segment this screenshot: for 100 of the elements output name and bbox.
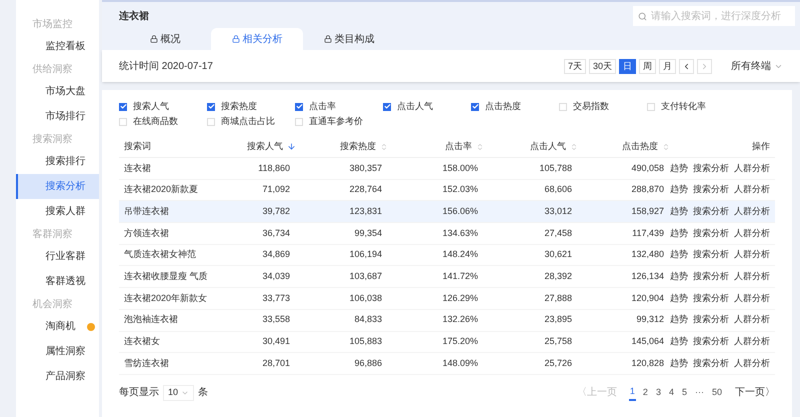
action-link[interactable]: 趋势 — [670, 270, 688, 284]
checkbox[interactable] — [559, 102, 567, 110]
table-cell-text: 105,883 — [348, 335, 383, 348]
table-row[interactable]: 方领连衣裙 36,734 99,354 134.63% 27,458 117,439 趋势 搜索分析 人群分析 — [119, 223, 775, 245]
action-link[interactable]: 人群分析 — [734, 292, 770, 306]
action-link[interactable]: 人群分析 — [734, 204, 770, 218]
tab[interactable]: 类目构成 — [303, 28, 395, 50]
page-link[interactable]: 4 — [668, 386, 675, 400]
metric-checkbox[interactable]: 直通车参考价 — [295, 115, 383, 128]
action-link[interactable]: 趋势 — [670, 335, 688, 349]
sidebar-item[interactable]: 搜索排行 — [16, 149, 99, 174]
action-link[interactable]: 人群分析 — [734, 313, 770, 327]
action-link[interactable]: 趋势 — [670, 226, 688, 240]
metric-checkbox[interactable]: 搜索人气 — [119, 100, 207, 113]
action-link[interactable]: 搜索分析 — [693, 162, 729, 176]
period-button[interactable]: 7天 — [564, 58, 586, 74]
sort-icon[interactable] — [380, 142, 388, 150]
action-link[interactable]: 搜索分析 — [693, 356, 729, 370]
action-link[interactable]: 趋势 — [670, 292, 688, 306]
metric-checkbox[interactable]: 点击热度 — [471, 100, 559, 113]
action-link[interactable]: 趋势 — [670, 204, 688, 218]
table-row[interactable]: 气质连衣裙女神范 34,869 106,194 148.24% 30,621 132,480 趋势 搜索分析 人群分析 — [119, 244, 775, 266]
page-link[interactable]: ··· — [694, 386, 705, 400]
sidebar-item[interactable]: 客群透视 — [16, 269, 99, 294]
checkbox[interactable] — [295, 118, 303, 126]
table-cell-text: 228,764 — [348, 183, 383, 196]
checkbox[interactable] — [119, 118, 127, 126]
table-cell-text: 145,064 — [630, 335, 665, 348]
sidebar-item[interactable]: 市场大盘 — [16, 79, 99, 104]
table-row[interactable]: 连衣裙 118,860 380,357 158.00% 105,788 490,058 趋势 搜索分析 人群分析 — [119, 158, 775, 180]
table-row[interactable]: 连衣裙女 30,491 105,883 175.20% 25,758 145,064 趋势 搜索分析 人群分析 — [119, 332, 775, 354]
terminal-dropdown[interactable]: 所有终端 — [731, 58, 783, 74]
action-link[interactable]: 搜索分析 — [693, 335, 729, 349]
action-link[interactable]: 搜索分析 — [693, 313, 729, 327]
checkbox[interactable] — [647, 102, 655, 110]
metric-checkbox[interactable]: 在线商品数 — [119, 115, 207, 128]
metric-checkbox[interactable]: 点击率 — [295, 100, 383, 113]
metric-checkbox[interactable]: 支付转化率 — [647, 100, 735, 113]
page-link[interactable]: 1 — [628, 385, 636, 401]
table-row[interactable]: 连衣裙收腰显瘦 气质 34,039 103,687 141.72% 28,392 126,134 趋势 搜索分析 人群分析 — [119, 266, 775, 288]
metric-label: 点击人气 — [397, 100, 433, 113]
action-link[interactable]: 人群分析 — [734, 162, 770, 176]
table-cell-text: 方领连衣裙 — [124, 226, 170, 240]
action-link[interactable]: 人群分析 — [734, 226, 770, 240]
action-link[interactable]: 人群分析 — [734, 248, 770, 262]
metric-checkbox[interactable]: 点击人气 — [383, 100, 471, 113]
action-link[interactable]: 人群分析 — [734, 183, 770, 197]
table-cell-text: 96,886 — [353, 356, 383, 370]
page-size-select[interactable]: 10 — [163, 384, 194, 401]
sidebar-item[interactable]: 搜索人群 — [16, 199, 99, 224]
page-link[interactable]: 3 — [654, 386, 662, 400]
tab[interactable]: 概况 — [119, 28, 211, 50]
action-link[interactable]: 搜索分析 — [693, 248, 729, 262]
sidebar-item[interactable]: 产品洞察 — [16, 364, 99, 389]
sidebar-item[interactable]: 搜索分析 — [16, 174, 99, 199]
page-link[interactable]: 50 — [710, 386, 723, 400]
action-link[interactable]: 人群分析 — [734, 335, 770, 349]
period-button[interactable]: 日 — [619, 58, 636, 74]
next-page-link[interactable]: 下一页〉 — [735, 385, 775, 400]
table-row[interactable]: 雪纺连衣裙 28,701 96,886 148.09% 25,726 120,828 趋势 搜索分析 人群分析 — [119, 353, 775, 375]
period-button[interactable]: 周 — [639, 58, 656, 74]
action-link[interactable]: 趋势 — [670, 162, 688, 176]
sidebar-item-label: 市场大盘 — [46, 84, 86, 99]
sort-descending-icon[interactable] — [287, 142, 296, 151]
action-link[interactable]: 人群分析 — [734, 356, 770, 370]
action-link[interactable]: 搜索分析 — [693, 204, 729, 218]
checkbox[interactable] — [207, 118, 215, 126]
table-row[interactable]: 吊带连衣裙 39,782 123,831 156.06% 33,012 158,927 趋势 搜索分析 人群分析 — [119, 201, 775, 224]
action-link[interactable]: 搜索分析 — [693, 292, 729, 306]
sort-icon[interactable] — [662, 142, 670, 150]
sidebar-item[interactable]: 监控看板 — [16, 34, 99, 59]
sort-icon[interactable] — [570, 142, 578, 150]
action-link[interactable]: 趋势 — [670, 183, 688, 197]
action-link[interactable]: 趋势 — [670, 313, 688, 327]
action-link[interactable]: 搜索分析 — [693, 270, 729, 284]
table-row[interactable]: 连衣裙2020年新款女 33,773 106,038 126.29% 27,888 120,904 趋势 搜索分析 人群分析 — [119, 288, 775, 310]
sort-icon[interactable] — [476, 142, 484, 150]
table-cell-text: 288,870 — [630, 183, 665, 196]
table-row[interactable]: 泡泡袖连衣裙 33,558 84,833 132.26% 23,895 99,312 趋势 搜索分析 人群分析 — [119, 310, 775, 332]
action-link[interactable]: 趋势 — [670, 356, 688, 370]
page-link[interactable]: 2 — [642, 386, 649, 400]
action-link[interactable]: 搜索分析 — [693, 183, 729, 197]
action-link[interactable]: 人群分析 — [734, 270, 770, 284]
sidebar-item[interactable]: 属性洞察 — [16, 339, 99, 364]
metric-checkbox[interactable]: 交易指数 — [559, 100, 647, 113]
previous-button[interactable] — [679, 58, 694, 74]
period-button[interactable]: 月 — [659, 58, 676, 74]
sidebar-item[interactable]: 淘商机 — [16, 314, 99, 339]
sidebar-item[interactable]: 市场排行 — [16, 104, 99, 129]
page-title: 连衣裙 — [119, 9, 149, 24]
action-link[interactable]: 搜索分析 — [693, 226, 729, 240]
page-link[interactable]: 5 — [680, 386, 688, 400]
search-field[interactable]: 请输入搜索词，进行深度分析 — [633, 6, 795, 26]
sidebar-item[interactable]: 行业客群 — [16, 244, 99, 269]
metric-label: 支付转化率 — [661, 100, 706, 113]
period-button[interactable]: 30天 — [588, 58, 616, 74]
metric-checkbox[interactable]: 搜索热度 — [207, 100, 295, 113]
metric-checkbox[interactable]: 商城点击占比 — [207, 115, 295, 128]
action-link[interactable]: 趋势 — [670, 248, 688, 262]
tab[interactable]: 相关分析 — [211, 28, 303, 50]
